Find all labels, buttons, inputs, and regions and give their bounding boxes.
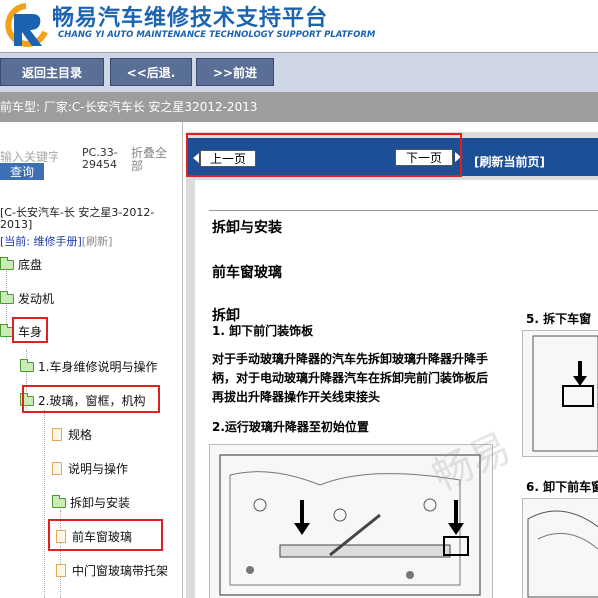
document-icon xyxy=(52,462,62,475)
tree-item-label: 拆卸与安装 xyxy=(70,496,131,510)
step-2: 2.运行玻璃升降器至初始位置 xyxy=(212,420,369,434)
app-header: 畅易汽车维修技术支持平台 CHANG YI AUTO MAINTENANCE T… xyxy=(0,0,598,52)
current-manual-label: [当前: 维修手册] xyxy=(0,235,82,248)
platform-subtitle: CHANG YI AUTO MAINTENANCE TECHNOLOGY SUP… xyxy=(58,30,376,40)
highlight-box xyxy=(186,133,462,177)
back-button[interactable]: <<后退. xyxy=(110,58,192,86)
tree-path: [C-长安汽车-长 安之星3-2012-2013] xyxy=(0,206,155,231)
tree-item-engine[interactable]: 发动机 xyxy=(0,290,54,307)
tree-item-removal-install[interactable]: 拆卸与安装 xyxy=(52,494,130,511)
tree-item-chassis[interactable]: 底盘 xyxy=(0,256,42,273)
tree-item-label: 规格 xyxy=(68,428,93,442)
subject-title: 前车窗玻璃 xyxy=(212,265,282,281)
search-button[interactable]: 查询 xyxy=(0,163,44,180)
step-5: 5. 拆下车窗 xyxy=(526,312,592,326)
changyi-logo-icon xyxy=(5,3,48,47)
tree-item-label: 中门窗玻璃带托架 xyxy=(72,564,169,578)
tree-item-label: 说明与操作 xyxy=(68,462,129,476)
document-icon xyxy=(52,428,62,441)
document-page: 拆卸与安装 前车窗玻璃 拆卸 1. 卸下前门装饰板 对于手动玻璃升降器的汽车先拆… xyxy=(195,180,598,598)
tree-refresh-link[interactable]: [刷新] xyxy=(82,235,113,248)
tree-guide-line xyxy=(44,410,45,598)
car-model-text: 前车型: 厂家:C-长安汽车长 安之星32012-2013 xyxy=(0,100,258,114)
search-input[interactable]: 输入关键字 xyxy=(0,148,58,162)
forward-button[interactable]: >>前进 xyxy=(196,58,274,86)
folder-icon xyxy=(0,290,14,304)
highlight-box xyxy=(12,317,48,343)
home-button[interactable]: 返回主目录 xyxy=(0,58,104,86)
step-6: 6. 卸下前车窗 xyxy=(526,480,598,494)
divider xyxy=(209,210,598,211)
platform-title: 畅易汽车维修技术支持平台 xyxy=(52,6,329,31)
tree-item-label: 1.车身维修说明与操作 xyxy=(38,360,158,374)
tree-item-label: 发动机 xyxy=(18,292,55,306)
section-title: 拆卸与安装 xyxy=(212,220,282,236)
folder-icon xyxy=(0,256,14,270)
tree-item-middle-window[interactable]: 中门窗玻璃带托架 xyxy=(56,562,168,579)
highlight-box xyxy=(22,385,160,413)
refresh-page-link[interactable]: [刷新当前页] xyxy=(474,153,545,170)
tree-item-spec[interactable]: 规格 xyxy=(52,426,92,443)
current-manual: [当前: 维修手册][刷新] xyxy=(0,233,112,249)
document-icon xyxy=(56,564,66,577)
tree-item-description[interactable]: 说明与操作 xyxy=(52,460,128,477)
pc-code: PC.33-29454 xyxy=(82,146,118,171)
highlight-box xyxy=(48,519,163,551)
nav-toolbar: 返回主目录 <<后退. >>前进 xyxy=(0,52,598,93)
collapse-all-link[interactable]: 折叠全部 xyxy=(131,147,171,173)
step-6-figure xyxy=(522,498,598,598)
step-1-body: 对于手动玻璃升降器的汽车先拆卸玻璃升降器升降手柄，对于电动玻璃升降器汽车在拆卸完… xyxy=(212,352,489,404)
tree-item-body-repair[interactable]: 1.车身维修说明与操作 xyxy=(20,358,157,375)
folder-open-icon xyxy=(52,494,66,508)
folder-icon xyxy=(20,358,34,372)
tree-item-label: 底盘 xyxy=(18,258,43,272)
step-1: 1. 卸下前门装饰板 xyxy=(212,324,314,338)
step-5-figure xyxy=(522,330,598,457)
